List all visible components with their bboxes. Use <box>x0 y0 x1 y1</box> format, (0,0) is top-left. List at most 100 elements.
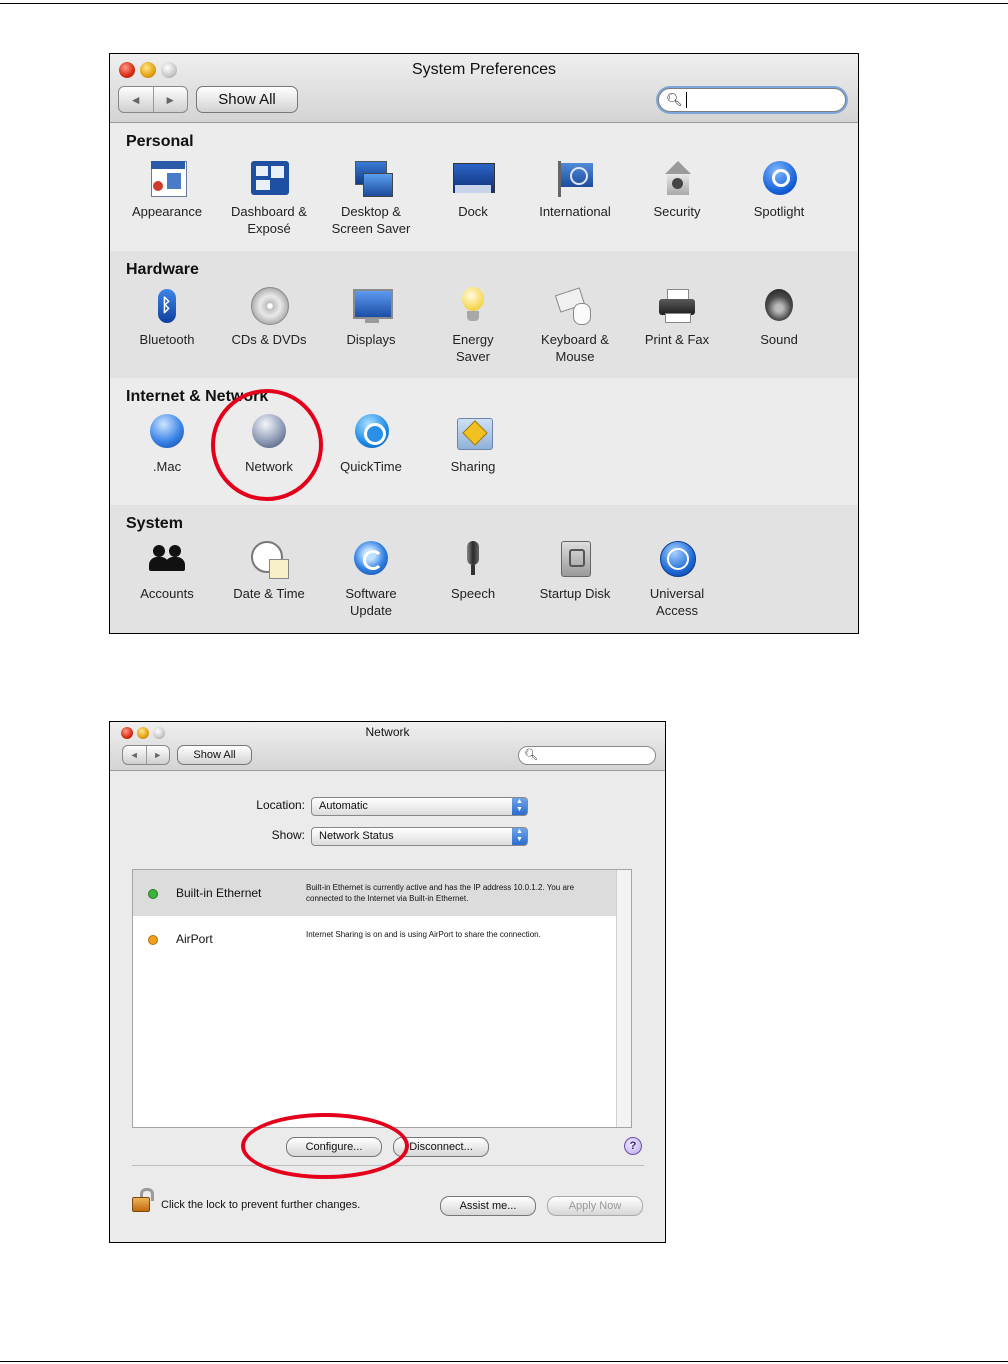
pref-print-fax[interactable]: Print & Fax <box>626 287 728 348</box>
title-bar: System Preferences ◄ ► Show All 🔍︎ <box>110 54 858 123</box>
pref-sound[interactable]: Sound <box>728 287 830 348</box>
updown-arrows-icon: ▲ ▼ <box>512 828 527 845</box>
scrollbar[interactable] <box>616 870 631 1127</box>
forward-arrow-icon[interactable]: ► <box>147 746 170 764</box>
back-arrow-icon[interactable]: ◄ <box>119 87 154 112</box>
clock-calendar-icon <box>249 541 289 581</box>
pref-label: Sharing <box>450 459 496 474</box>
status-dot-icon <box>148 935 158 945</box>
pref-sharing[interactable]: Sharing <box>422 414 524 475</box>
lock-icon[interactable] <box>132 1188 154 1212</box>
pref-speech[interactable]: Speech <box>422 541 524 602</box>
page-top-rule <box>0 3 1008 4</box>
security-house-icon <box>657 159 697 199</box>
pref-spotlight[interactable]: Spotlight <box>728 159 830 220</box>
dashboard-icon <box>249 159 289 199</box>
location-value: Automatic <box>319 800 368 812</box>
pref-label: Security <box>653 204 701 219</box>
microphone-icon <box>453 541 493 581</box>
pref-label: Accounts <box>140 586 194 601</box>
sharing-folder-icon <box>453 414 493 454</box>
pref-label: Displays <box>346 332 396 347</box>
universal-access-icon <box>657 541 697 581</box>
title-bar: Network ◄ ► Show All 🔍︎ <box>110 722 665 771</box>
assist-me-button[interactable]: Assist me... <box>440 1196 536 1216</box>
list-item[interactable]: Built-in Ethernet Built-in Ethernet is c… <box>133 870 631 916</box>
pref-bluetooth[interactable]: ᛒ Bluetooth <box>116 287 218 348</box>
pref-label: Bluetooth <box>139 332 195 347</box>
appearance-icon <box>147 159 187 199</box>
pref-international[interactable]: International <box>524 159 626 220</box>
search-input[interactable]: 🔍︎ <box>658 88 846 112</box>
pref-label: Spotlight <box>753 204 805 219</box>
help-button[interactable]: ? <box>624 1137 642 1155</box>
pref-cds-dvds[interactable]: CDs & DVDs <box>218 287 320 348</box>
pref-displays[interactable]: Displays <box>320 287 422 348</box>
text-caret <box>686 92 687 108</box>
pref-label: Universal Access <box>649 586 705 618</box>
bluetooth-icon: ᛒ <box>147 287 187 327</box>
pref-dotmac[interactable]: .Mac <box>116 414 218 475</box>
pref-desktop-screen-saver[interactable]: Desktop & Screen Saver <box>320 159 422 237</box>
system-preferences-window: System Preferences ◄ ► Show All 🔍︎ Perso… <box>109 53 859 634</box>
cd-icon <box>249 287 289 327</box>
back-forward-buttons: ◄ ► <box>118 86 188 113</box>
list-item[interactable]: AirPort Internet Sharing is on and is us… <box>133 916 631 962</box>
pref-label: Network <box>245 459 293 474</box>
configure-button[interactable]: Configure... <box>286 1137 382 1157</box>
pref-label: Appearance <box>131 204 203 219</box>
network-window: Network ◄ ► Show All 🔍︎ Location: Automa… <box>109 721 666 1243</box>
pref-energy-saver[interactable]: Energy Saver <box>422 287 524 365</box>
pref-network[interactable]: Network <box>218 414 320 475</box>
pref-appearance[interactable]: Appearance <box>116 159 218 220</box>
displays-icon <box>351 287 393 327</box>
show-label: Show: <box>271 828 305 842</box>
pref-quicktime[interactable]: QuickTime <box>320 414 422 475</box>
section-internet-network: Internet & Network .Mac Network QuickTim… <box>110 378 858 505</box>
section-title: System <box>126 515 183 532</box>
pref-security[interactable]: Security <box>626 159 728 220</box>
lock-message: Click the lock to prevent further change… <box>161 1199 361 1211</box>
window-title: System Preferences <box>411 61 557 78</box>
pref-label: Dashboard & Exposé <box>231 204 307 236</box>
window-title: Network <box>365 725 410 739</box>
search-icon: 🔍︎ <box>666 92 683 107</box>
pref-label: International <box>539 204 611 219</box>
page-bottom-rule <box>0 1361 1008 1362</box>
apply-now-button[interactable]: Apply Now <box>547 1196 643 1216</box>
pref-universal-access[interactable]: Universal Access <box>626 541 728 619</box>
back-forward-buttons: ◄ ► <box>122 745 170 765</box>
pref-label: Desktop & Screen Saver <box>331 204 411 236</box>
pref-label: Print & Fax <box>644 332 710 347</box>
quicktime-icon <box>351 414 391 454</box>
pref-label: Speech <box>450 586 496 601</box>
back-arrow-icon[interactable]: ◄ <box>123 746 147 764</box>
service-description: Internet Sharing is on and is using AirP… <box>306 930 541 939</box>
show-select[interactable]: Network Status ▲ ▼ <box>311 827 528 846</box>
network-status-list: Built-in Ethernet Built-in Ethernet is c… <box>132 869 632 1128</box>
international-flag-icon <box>555 159 595 199</box>
service-name: AirPort <box>176 932 213 946</box>
section-personal: Personal Appearance Dashboard & Exposé D… <box>110 123 858 251</box>
printer-icon <box>657 287 697 327</box>
pref-software-update[interactable]: Software Update <box>320 541 422 619</box>
disconnect-button[interactable]: Disconnect... <box>393 1137 489 1157</box>
pref-dashboard-expose[interactable]: Dashboard & Exposé <box>218 159 320 237</box>
search-input[interactable]: 🔍︎ <box>518 746 656 765</box>
forward-arrow-icon[interactable]: ► <box>154 87 188 112</box>
spotlight-icon <box>759 159 799 199</box>
dotmac-globe-icon <box>147 414 187 454</box>
section-title: Hardware <box>126 261 199 278</box>
software-update-icon <box>351 541 391 581</box>
pref-accounts[interactable]: Accounts <box>116 541 218 602</box>
location-select[interactable]: Automatic ▲ ▼ <box>311 797 528 816</box>
pref-keyboard-mouse[interactable]: Keyboard & Mouse <box>524 287 626 365</box>
show-all-button[interactable]: Show All <box>196 86 298 113</box>
network-globe-icon <box>249 414 289 454</box>
accounts-icon <box>147 541 187 581</box>
pref-dock[interactable]: Dock <box>422 159 524 220</box>
show-all-button[interactable]: Show All <box>177 745 252 765</box>
pref-date-time[interactable]: Date & Time <box>218 541 320 602</box>
search-icon: 🔍︎ <box>524 749 538 761</box>
pref-startup-disk[interactable]: Startup Disk <box>524 541 626 602</box>
